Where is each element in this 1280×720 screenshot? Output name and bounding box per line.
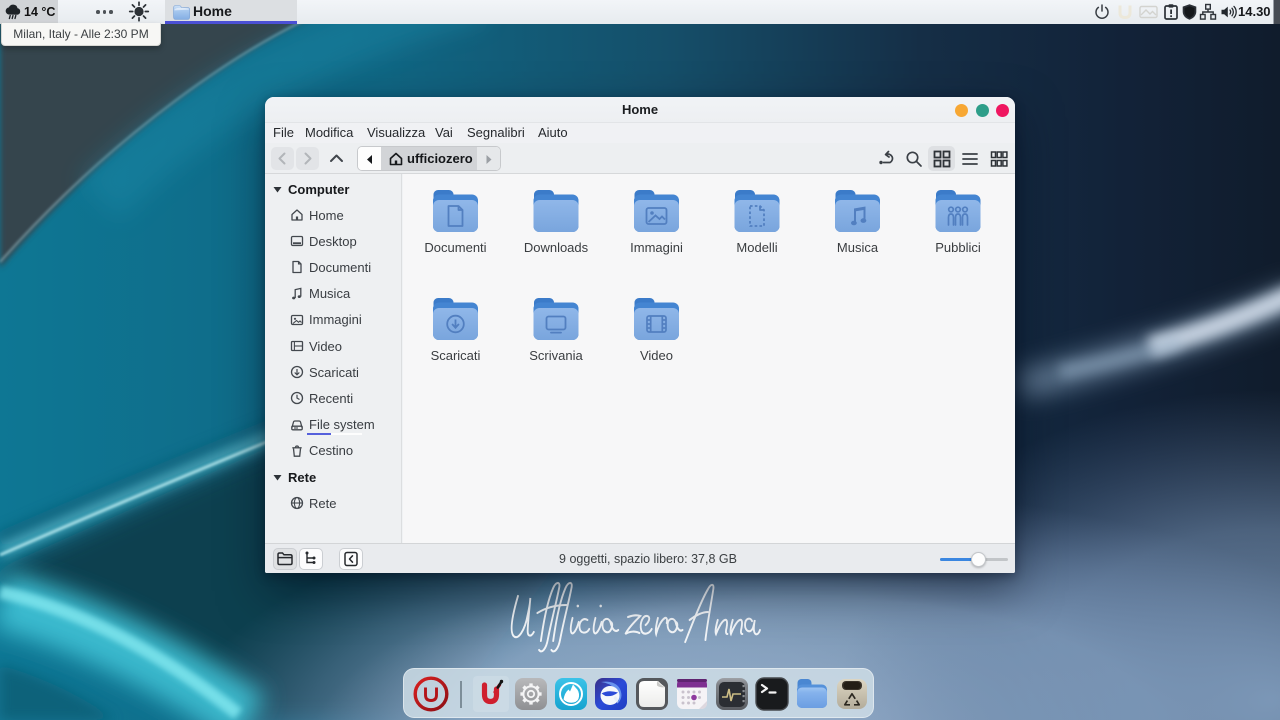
svg-text:Musica: Musica (837, 240, 879, 255)
svg-text:Scaricati: Scaricati (431, 348, 481, 363)
svg-text:Pubblici: Pubblici (935, 240, 981, 255)
svg-text:Immagini: Immagini (630, 240, 683, 255)
svg-text:Downloads: Downloads (524, 240, 589, 255)
svg-text:Scrivania: Scrivania (529, 348, 583, 363)
svg-text:Modelli: Modelli (736, 240, 777, 255)
svg-text:Video: Video (640, 348, 673, 363)
svg-text:Documenti: Documenti (424, 240, 486, 255)
